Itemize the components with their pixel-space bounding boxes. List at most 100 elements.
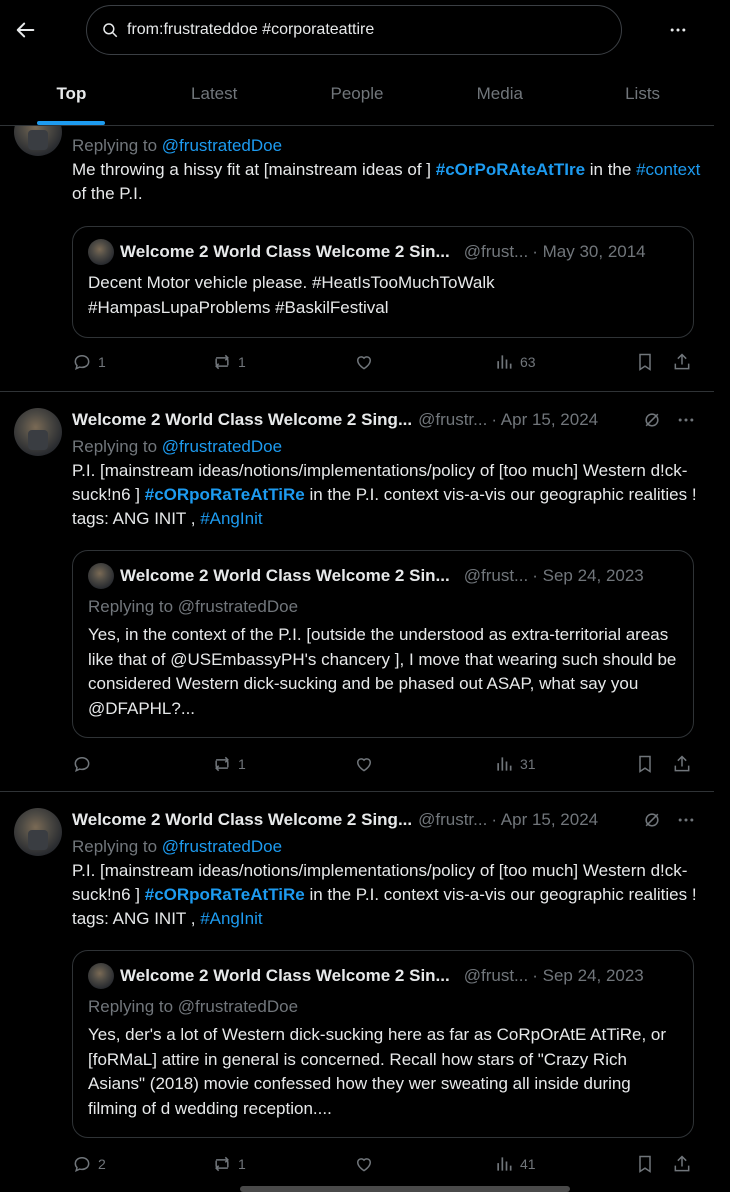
replying-to: Replying to @frustratedDoe	[88, 997, 299, 1016]
author-handle: @frust...	[463, 242, 529, 261]
more-horizontal-icon[interactable]	[676, 810, 696, 830]
mention-link[interactable]: @frustratedDoe	[162, 437, 282, 456]
repost-button[interactable]: 1	[212, 754, 246, 774]
hashtag-link[interactable]: #cORpoRaTeAtTiRe	[145, 885, 305, 904]
tweet-date: · May 30, 2014	[532, 242, 646, 261]
reply-button[interactable]: 1	[72, 352, 106, 372]
repost-icon	[215, 1156, 229, 1172]
back-button[interactable]	[6, 10, 46, 50]
active-tab-indicator	[37, 121, 106, 125]
mention-link[interactable]: @frustratedDoe	[162, 136, 282, 155]
replying-to: Replying to @frustratedDoe	[88, 597, 299, 616]
reply-icon	[74, 756, 90, 773]
repost-button[interactable]: 1	[212, 1154, 246, 1174]
reply-icon	[74, 354, 90, 371]
avatar	[88, 963, 114, 989]
tab-latest[interactable]: Latest	[143, 62, 286, 125]
share-button[interactable]	[672, 1154, 692, 1174]
author-name[interactable]: Welcome 2 World Class Welcome 2 Sing...	[72, 410, 412, 430]
bookmark-button[interactable]	[635, 754, 655, 774]
like-button[interactable]	[354, 352, 380, 372]
like-button[interactable]	[354, 1154, 380, 1174]
repost-button[interactable]: 1	[212, 352, 246, 372]
quoted-text: Yes, der's a lot of Western dick-sucking…	[88, 1025, 667, 1118]
more-horizontal-icon[interactable]	[676, 410, 696, 430]
tweet-actions: 2 1 41	[72, 1154, 702, 1178]
more-horizontal-icon	[670, 28, 686, 32]
avatar[interactable]	[14, 408, 62, 456]
tweet[interactable]: Replying to @frustratedDoe Me throwing a…	[0, 100, 714, 392]
tweet-text: P.I. [mainstream ideas/notions/implement…	[72, 461, 697, 528]
bookmark-icon	[639, 353, 651, 371]
tweet-header: Welcome 2 World Class Welcome 2 Sing... …	[72, 809, 702, 831]
quoted-tweet[interactable]: Welcome 2 World Class Welcome 2 Sin... @…	[72, 950, 694, 1138]
tweet-text: Me throwing a hissy fit at [mainstream i…	[72, 160, 701, 203]
hashtag-link[interactable]: #cOrPoRAteAtTIre	[436, 160, 585, 179]
avatar	[88, 563, 114, 589]
views-button[interactable]: 31	[494, 754, 536, 774]
tab-top[interactable]: Top	[0, 62, 143, 125]
tweet-date[interactable]: · Apr 15, 2024	[491, 410, 598, 430]
share-icon	[674, 353, 690, 370]
heart-icon	[356, 356, 372, 370]
views-button[interactable]: 63	[494, 352, 536, 372]
share-button[interactable]	[672, 352, 692, 372]
avatar[interactable]	[14, 808, 62, 856]
search-header	[0, 0, 730, 62]
like-button[interactable]	[354, 754, 380, 774]
tab-lists[interactable]: Lists	[571, 62, 714, 125]
bookmark-icon	[639, 1155, 651, 1173]
horizontal-scrollbar[interactable]	[240, 1186, 570, 1192]
views-icon	[497, 1157, 512, 1171]
views-button[interactable]: 41	[494, 1154, 536, 1174]
author-handle[interactable]: @frustr...	[418, 810, 487, 830]
grok-icon[interactable]	[642, 410, 662, 430]
replying-to: Replying to @frustratedDoe	[72, 437, 283, 456]
arrow-left-icon	[16, 22, 35, 38]
tweet-header: Welcome 2 World Class Welcome 2 Sing... …	[72, 409, 702, 431]
repost-icon	[215, 756, 229, 772]
author-name: Welcome 2 World Class Welcome 2 Sin...	[120, 242, 450, 261]
author-handle[interactable]: @frustr...	[418, 410, 487, 430]
quoted-tweet[interactable]: Welcome 2 World Class Welcome 2 Sin... @…	[72, 550, 694, 738]
share-icon	[674, 1155, 690, 1172]
author-name: Welcome 2 World Class Welcome 2 Sin...	[120, 966, 450, 985]
search-icon	[103, 23, 118, 38]
tweet-date: · Sep 24, 2023	[532, 966, 644, 985]
tweet[interactable]: Welcome 2 World Class Welcome 2 Sing... …	[0, 392, 714, 792]
share-button[interactable]	[672, 754, 692, 774]
replying-to: Replying to @frustratedDoe	[72, 136, 283, 155]
bookmark-icon	[639, 755, 651, 773]
search-box[interactable]	[86, 5, 622, 55]
author-name[interactable]: Welcome 2 World Class Welcome 2 Sing...	[72, 810, 412, 830]
reply-button[interactable]	[72, 754, 98, 774]
tweet-actions: 1 1 63	[72, 352, 702, 376]
hashtag-link[interactable]: #cORpoRaTeAtTiRe	[145, 485, 305, 504]
search-input[interactable]	[127, 21, 607, 39]
tab-people[interactable]: People	[286, 62, 429, 125]
reply-icon	[74, 1156, 90, 1173]
search-tabs: Top Latest People Media Lists	[0, 62, 714, 126]
views-icon	[497, 757, 512, 771]
author-handle: @frust...	[463, 966, 529, 985]
tweet[interactable]: Welcome 2 World Class Welcome 2 Sing... …	[0, 792, 714, 1192]
share-icon	[674, 755, 690, 772]
grok-icon[interactable]	[642, 810, 662, 830]
bookmark-button[interactable]	[635, 1154, 655, 1174]
reply-button[interactable]: 2	[72, 1154, 106, 1174]
hashtag-link[interactable]: #AngInit	[200, 509, 262, 528]
views-icon	[497, 355, 512, 369]
more-options-button[interactable]	[658, 10, 698, 50]
avatar	[88, 239, 114, 265]
bookmark-button[interactable]	[635, 352, 655, 372]
tweet-date[interactable]: · Apr 15, 2024	[491, 810, 598, 830]
replying-to: Replying to @frustratedDoe	[72, 837, 283, 856]
quoted-text: Decent Motor vehicle please. #HeatIsTooM…	[88, 273, 495, 317]
mention-link[interactable]: @frustratedDoe	[162, 837, 282, 856]
quoted-tweet[interactable]: Welcome 2 World Class Welcome 2 Sin... @…	[72, 226, 694, 338]
hashtag-link[interactable]: #context	[636, 160, 700, 179]
heart-icon	[356, 758, 372, 772]
hashtag-link[interactable]: #AngInit	[200, 909, 262, 928]
vertical-scrollbar[interactable]	[714, 0, 730, 1192]
tab-media[interactable]: Media	[428, 62, 571, 125]
